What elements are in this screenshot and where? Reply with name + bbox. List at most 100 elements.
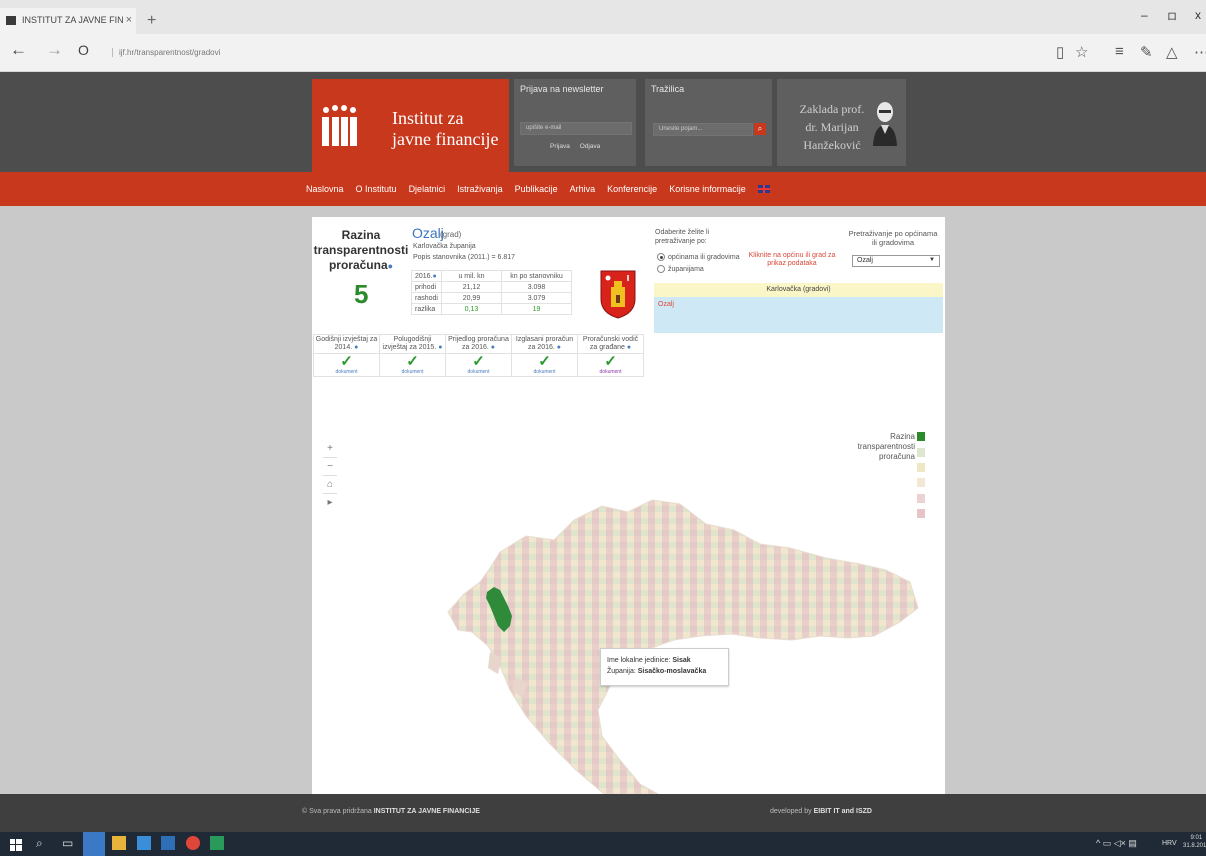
map-legend-title: Razina transparentnosti proračuna [845, 432, 915, 462]
coat-of-arms-icon [600, 270, 636, 319]
file-explorer-icon[interactable] [112, 836, 126, 850]
language-indicator[interactable]: HRV [1162, 840, 1177, 847]
browser-tab[interactable]: INSTITUT ZA JAVNE FIN × [0, 8, 136, 34]
refresh-button[interactable]: O [78, 42, 89, 58]
site-footer [0, 794, 1206, 832]
doc-cell: ✓ dokument [511, 353, 578, 377]
document-link[interactable]: dokument [447, 369, 510, 375]
document-link[interactable]: dokument [579, 369, 642, 375]
info-icon[interactable]: ● [491, 344, 495, 351]
info-icon[interactable]: ● [354, 344, 358, 351]
task-view-icon[interactable]: ▭ [62, 836, 73, 850]
radio-opcine-gradovi[interactable]: općinama ili gradovima [657, 253, 740, 261]
new-tab-button[interactable]: + [147, 12, 156, 30]
info-icon[interactable]: ● [433, 273, 437, 280]
brand-name[interactable]: Institut za javne financije [392, 108, 498, 150]
nav-o-institutu[interactable]: O Institutu [356, 184, 397, 194]
outlook-app-icon[interactable] [161, 836, 175, 850]
nav-istrazivanja[interactable]: Istraživanja [457, 184, 503, 194]
table-row: prihodi 21,12 3.098 [411, 281, 572, 293]
nav-konferencije[interactable]: Konferencije [607, 184, 657, 194]
population: Popis stanovnika (2011.) = 6.817 [413, 254, 516, 261]
reading-view-icon[interactable]: ▯ [1056, 43, 1064, 61]
list-item[interactable]: Ozalj [658, 301, 674, 308]
document-link[interactable]: dokument [381, 369, 444, 375]
window-minimize-button[interactable]: – [1141, 8, 1148, 22]
share-icon[interactable]: △ [1166, 43, 1178, 61]
newsletter-email-input[interactable]: upišite e-mail [520, 122, 632, 135]
url-field[interactable]: ijf.hr/transparentnost/gradovi [112, 48, 220, 57]
checkmark-icon: ✓ [406, 353, 419, 370]
legend-swatch [917, 509, 925, 518]
forward-button[interactable]: → [46, 40, 63, 60]
window-maximize-button[interactable]: ロ [1167, 8, 1177, 23]
english-flag-icon[interactable] [757, 185, 770, 193]
copyright-org: INSTITUT ZA JAVNE FINANCIJE [373, 808, 480, 815]
search-icon[interactable]: ⌕ [754, 123, 766, 135]
nav-korisne-informacije[interactable]: Korisne informacije [669, 184, 746, 194]
radio-zupanije[interactable]: županijama [657, 265, 704, 273]
croatia-shape[interactable] [447, 499, 919, 794]
nav-publikacije[interactable]: Publikacije [515, 184, 558, 194]
info-icon[interactable]: ● [557, 344, 561, 351]
legend-swatch [917, 432, 925, 441]
chrome-app-icon[interactable] [186, 836, 200, 850]
info-icon[interactable]: ● [388, 261, 393, 271]
edge-app-icon[interactable] [83, 832, 105, 856]
row-per: 3.079 [500, 292, 572, 304]
info-icon[interactable]: ● [438, 344, 442, 351]
transparency-score: 5 [354, 279, 369, 309]
newsletter-title: Prijava na newsletter [520, 84, 604, 94]
favorites-star-icon[interactable]: ☆ [1075, 43, 1088, 61]
nav-naslovna[interactable]: Naslovna [306, 184, 344, 194]
window-close-button[interactable]: x [1195, 8, 1201, 22]
doc-cell: ✓ dokument [313, 353, 380, 377]
more-icon[interactable]: ⋯ [1194, 43, 1206, 61]
doc-cell: ✓ dokument [577, 353, 644, 377]
home-icon[interactable]: ⌂ [323, 476, 337, 494]
row-per: 19 [500, 303, 572, 315]
zoom-out-button[interactable]: − [323, 458, 337, 476]
zaklada-text[interactable]: Zaklada prof. dr. Marijan Hanžeković [792, 100, 872, 154]
document-link[interactable]: dokument [315, 369, 378, 375]
system-tray-icons[interactable]: ^ ▭ ◁× ▤ [1096, 838, 1137, 849]
store-app-icon[interactable] [137, 836, 151, 850]
excel-app-icon[interactable] [210, 836, 224, 850]
search-panel: Tražilica Unesite pojam... [645, 79, 772, 166]
razina-line-3: proračuna [328, 258, 388, 272]
checkmark-icon: ✓ [472, 353, 485, 370]
info-icon[interactable]: ● [627, 344, 631, 351]
tab-title: INSTITUT ZA JAVNE FIN [22, 15, 124, 25]
select-value: Ozalj [857, 257, 873, 264]
hub-icon[interactable]: ≡ [1115, 43, 1124, 60]
nav-arhiva[interactable]: Arhiva [570, 184, 596, 194]
start-icon[interactable] [10, 838, 22, 851]
legend-line-2: transparentnosti [857, 442, 915, 451]
developer-name[interactable]: EIBIT IT and ISZD [814, 808, 872, 815]
zoom-in-button[interactable]: + [323, 440, 337, 458]
clock[interactable]: 9:01 31.8.2016 [1183, 834, 1206, 850]
subscribe-link[interactable]: Prijava [550, 143, 570, 150]
windows-taskbar [0, 832, 1206, 856]
razina-line-1: Razina [341, 228, 381, 242]
finance-table: 2016.● u mil. kn kn po stanovniku prihod… [411, 270, 572, 315]
radio-unselected-icon [657, 265, 665, 273]
zaklada-line-3: Hanžeković [803, 138, 861, 152]
municipality-select[interactable]: Ozalj ▼ [852, 255, 940, 267]
unsubscribe-link[interactable]: Odjava [580, 143, 601, 150]
play-icon[interactable]: ▸ [323, 494, 337, 512]
search-icon[interactable]: ⌕ [36, 836, 43, 851]
croatia-map[interactable] [340, 440, 940, 794]
site-search-input[interactable]: Unesite pojam... [653, 123, 753, 136]
document-link[interactable]: dokument [513, 369, 576, 375]
back-button[interactable]: ← [10, 40, 27, 60]
documents-table: Godišnji izvještaj za 2014. ● Polugodišn… [313, 334, 644, 377]
table-row: razlika 0,13 19 [411, 303, 572, 315]
zaklada-line-2: dr. Marijan [805, 120, 859, 134]
row-mil: 21,12 [440, 281, 502, 293]
institute-logo-icon[interactable] [320, 104, 360, 148]
tab-close-icon[interactable]: × [126, 14, 132, 26]
county-header: Karlovačka (gradovi) [654, 283, 943, 297]
web-note-icon[interactable]: ✎ [1140, 43, 1153, 61]
nav-djelatnici[interactable]: Djelatnici [409, 184, 446, 194]
